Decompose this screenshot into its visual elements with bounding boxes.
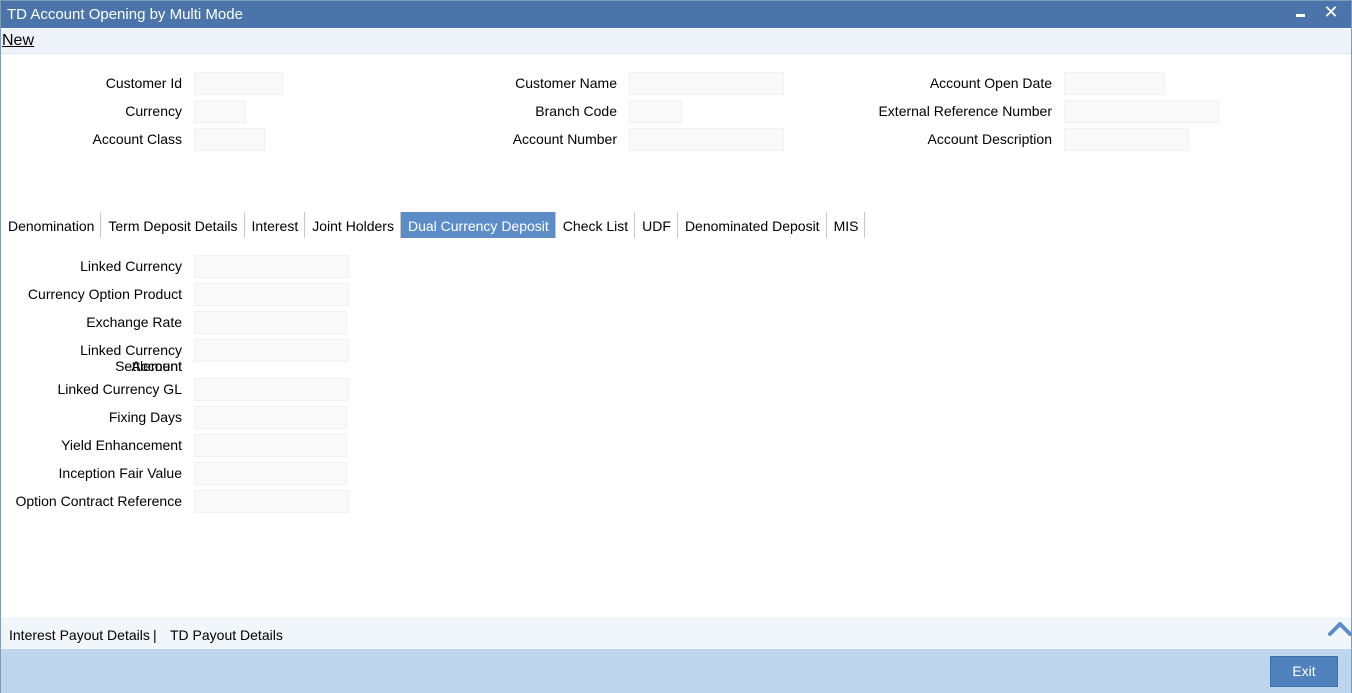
account-class-label: Account Class <box>92 131 182 147</box>
menu-bar: New <box>1 29 1351 54</box>
title-bar: TD Account Opening by Multi Mode ✕ <box>1 1 1351 28</box>
linked-currency-gl-input[interactable] <box>194 378 349 401</box>
td-account-opening-window: TD Account Opening by Multi Mode ✕ New C… <box>0 0 1352 693</box>
linked-currency-settlement-account-label-line2: Account <box>131 358 182 374</box>
close-icon[interactable]: ✕ <box>1321 3 1341 23</box>
tab-interest[interactable]: Interest <box>245 212 306 238</box>
external-reference-number-label: External Reference Number <box>878 103 1052 119</box>
account-description-label: Account Description <box>927 131 1052 147</box>
tab-joint-holders[interactable]: Joint Holders <box>305 212 401 238</box>
td-payout-details-link[interactable]: TD Payout Details <box>170 627 283 643</box>
customer-id-input[interactable] <box>194 72 283 95</box>
yield-enhancement-input[interactable] <box>194 434 347 457</box>
tab-dual-currency-deposit[interactable]: Dual Currency Deposit <box>400 212 556 238</box>
tab-denomination[interactable]: Denomination <box>1 212 102 238</box>
account-open-date-label: Account Open Date <box>929 75 1052 91</box>
tab-udf[interactable]: UDF <box>635 212 678 238</box>
chevron-up-icon[interactable] <box>1327 617 1352 639</box>
customer-name-input[interactable] <box>629 72 784 95</box>
footer-link-separator: | <box>153 627 157 643</box>
customer-id-label: Customer Id <box>105 75 182 91</box>
linked-currency-label: Linked Currency <box>80 258 182 274</box>
tab-denominated-deposit[interactable]: Denominated Deposit <box>678 212 827 238</box>
tab-term-deposit-details[interactable]: Term Deposit Details <box>101 212 245 238</box>
inception-fair-value-input[interactable] <box>194 462 347 485</box>
external-reference-number-input[interactable] <box>1064 100 1219 123</box>
bottom-action-bar <box>1 649 1351 693</box>
yield-enhancement-label: Yield Enhancement <box>61 437 182 453</box>
option-contract-reference-label: Option Contract Reference <box>15 493 182 509</box>
tab-mis[interactable]: MIS <box>827 212 866 238</box>
branch-code-label: Branch Code <box>535 103 617 119</box>
currency-input[interactable] <box>194 100 246 123</box>
new-link[interactable]: New <box>2 32 34 50</box>
exchange-rate-label: Exchange Rate <box>86 314 182 330</box>
exit-button[interactable]: Exit <box>1270 656 1338 687</box>
account-number-label: Account Number <box>512 131 617 147</box>
branch-code-input[interactable] <box>629 100 682 123</box>
customer-name-label: Customer Name <box>515 75 617 91</box>
linked-currency-settlement-account-input[interactable] <box>194 339 349 362</box>
tab-strip: Denomination Term Deposit Details Intere… <box>1 212 866 238</box>
option-contract-reference-input[interactable] <box>194 490 349 513</box>
account-number-input[interactable] <box>629 128 784 151</box>
linked-currency-gl-label: Linked Currency GL <box>57 381 182 397</box>
inception-fair-value-label: Inception Fair Value <box>58 465 182 481</box>
currency-label: Currency <box>125 103 182 119</box>
fixing-days-input[interactable] <box>194 406 347 429</box>
minimize-icon[interactable] <box>1291 3 1311 23</box>
currency-option-product-input[interactable] <box>194 283 349 306</box>
footer-links-bar: Interest Payout Details | TD Payout Deta… <box>1 617 1351 649</box>
interest-payout-details-link[interactable]: Interest Payout Details <box>9 627 150 643</box>
fixing-days-label: Fixing Days <box>108 409 182 425</box>
exchange-rate-input[interactable] <box>194 311 347 334</box>
window-title: TD Account Opening by Multi Mode <box>7 6 243 23</box>
linked-currency-input[interactable] <box>194 255 349 278</box>
account-class-input[interactable] <box>194 128 265 151</box>
account-description-input[interactable] <box>1064 128 1189 151</box>
account-open-date-input[interactable] <box>1064 72 1165 95</box>
tab-check-list[interactable]: Check List <box>556 212 636 238</box>
currency-option-product-label: Currency Option Product <box>27 286 182 302</box>
